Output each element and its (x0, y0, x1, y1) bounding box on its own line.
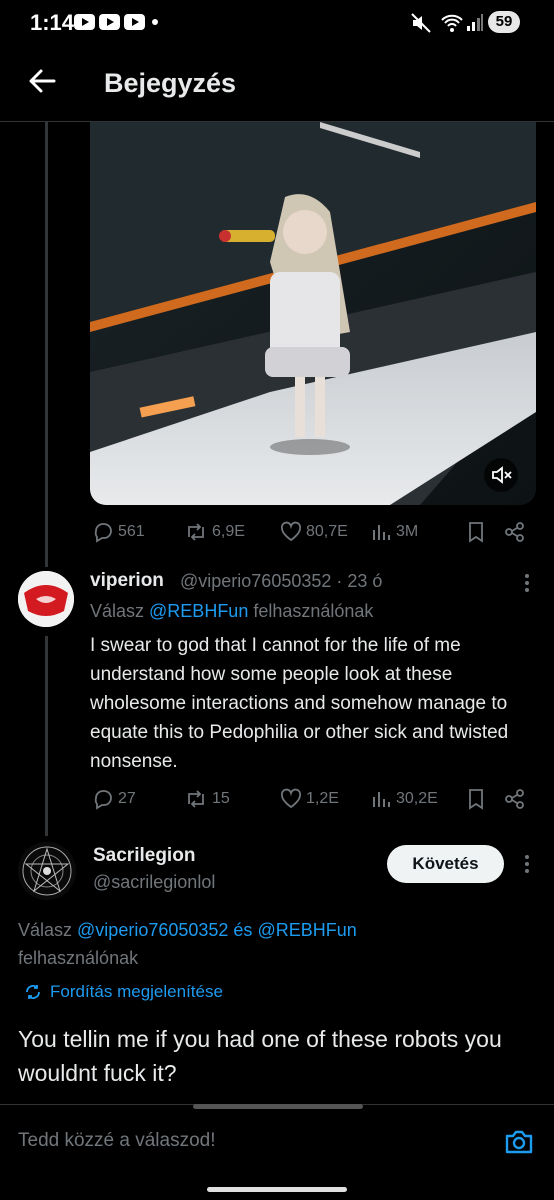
reply-input[interactable]: Tedd közzé a válaszod! (18, 1130, 216, 1152)
status-time: 1:14 (30, 10, 75, 35)
mention-link[interactable]: @REBHFun (257, 920, 356, 940)
mute-status-icon (411, 13, 431, 33)
sacrilegion-avatar-image (18, 842, 76, 900)
repost-button[interactable]: 15 (184, 788, 230, 810)
reply-count: 27 (118, 790, 136, 807)
share-icon[interactable] (504, 521, 526, 543)
repost-count: 6,9E (212, 523, 245, 540)
bookmark-icon[interactable] (466, 788, 486, 810)
reply-count: 561 (118, 523, 145, 540)
page-title: Bejegyzés (104, 68, 237, 98)
video-mute-button[interactable] (484, 458, 518, 492)
status-bar: 1:14 59 (0, 0, 554, 46)
translate-button[interactable]: Fordítás megjelenítése (24, 982, 223, 1002)
drag-handle[interactable] (193, 1104, 363, 1109)
reply-context: Válasz @REBHFun felhasználónak (90, 601, 373, 622)
heart-icon (280, 521, 302, 542)
back-arrow-icon[interactable] (28, 66, 56, 96)
youtube-notification-icon (124, 14, 145, 30)
reply-suffix: felhasználónak (248, 601, 374, 621)
reply-prefix: Válasz (18, 920, 78, 940)
author-name[interactable]: Sacrilegion (93, 845, 195, 867)
thread-line (45, 636, 48, 836)
author-handle[interactable]: @sacrilegionlol (93, 872, 215, 893)
camera-icon[interactable] (504, 1128, 534, 1156)
youtube-notification-icon (74, 14, 95, 30)
translate-icon (26, 985, 40, 999)
reply-composer (0, 1104, 554, 1200)
reply-prefix: Válasz (90, 601, 150, 621)
more-options-icon[interactable] (520, 572, 534, 594)
system-nav-bar[interactable] (207, 1187, 347, 1192)
views-count: 3M (396, 523, 419, 540)
bookmark-icon[interactable] (466, 521, 486, 543)
viperion-avatar-image (18, 571, 74, 627)
reply-button[interactable]: 27 (92, 788, 136, 810)
translate-label: Fordítás megjelenítése (50, 982, 223, 1001)
more-options-icon[interactable] (520, 853, 534, 875)
like-count: 1,2E (306, 790, 339, 807)
avatar[interactable] (18, 571, 74, 627)
like-button[interactable]: 80,7E (280, 521, 348, 543)
mention-link[interactable]: @viperio76050352 (77, 920, 228, 940)
repost-icon (188, 790, 204, 808)
repost-button[interactable]: 6,9E (184, 521, 245, 543)
reply-context: Válasz @viperio76050352 és @REBHFun felha… (18, 916, 538, 972)
video-frame (90, 122, 536, 505)
avatar[interactable] (18, 842, 76, 900)
post-text: I swear to god that I cannot for the lif… (90, 635, 509, 772)
reply-suffix: felhasználónak (18, 948, 139, 968)
author-name[interactable]: viperion (90, 570, 164, 592)
follow-button[interactable]: Követés (387, 845, 504, 883)
views-chart-icon (373, 525, 390, 540)
reply-icon (94, 523, 112, 543)
like-count: 80,7E (306, 523, 348, 540)
views-count: 30,2E (396, 790, 438, 807)
wifi-icon (441, 14, 463, 32)
mention-link[interactable]: @REBHFun (149, 601, 248, 621)
views-chart-icon (373, 792, 390, 807)
post-video[interactable] (90, 122, 536, 505)
views-button[interactable]: 30,2E (370, 788, 438, 810)
heart-icon (280, 788, 302, 809)
like-button[interactable]: 1,2E (280, 788, 339, 810)
more-notifications-dot-icon (152, 19, 158, 25)
author-handle-time[interactable]: @viperio76050352 · 23 ó (180, 571, 382, 592)
repost-icon (188, 523, 204, 541)
reply-button[interactable]: 561 (92, 521, 145, 543)
reply-icon (94, 790, 112, 810)
signal-icon (467, 14, 483, 31)
thread-line (45, 122, 48, 567)
top-app-bar (0, 46, 554, 122)
youtube-notification-icon (99, 14, 120, 30)
speaker-muted-icon (492, 466, 512, 484)
repost-count: 15 (212, 790, 230, 807)
reply-and: és (228, 920, 258, 940)
post-text: You tellin me if you had one of these ro… (18, 1026, 502, 1086)
battery-indicator: 59 (488, 11, 520, 33)
views-button[interactable]: 3M (370, 521, 418, 543)
share-icon[interactable] (504, 788, 526, 810)
